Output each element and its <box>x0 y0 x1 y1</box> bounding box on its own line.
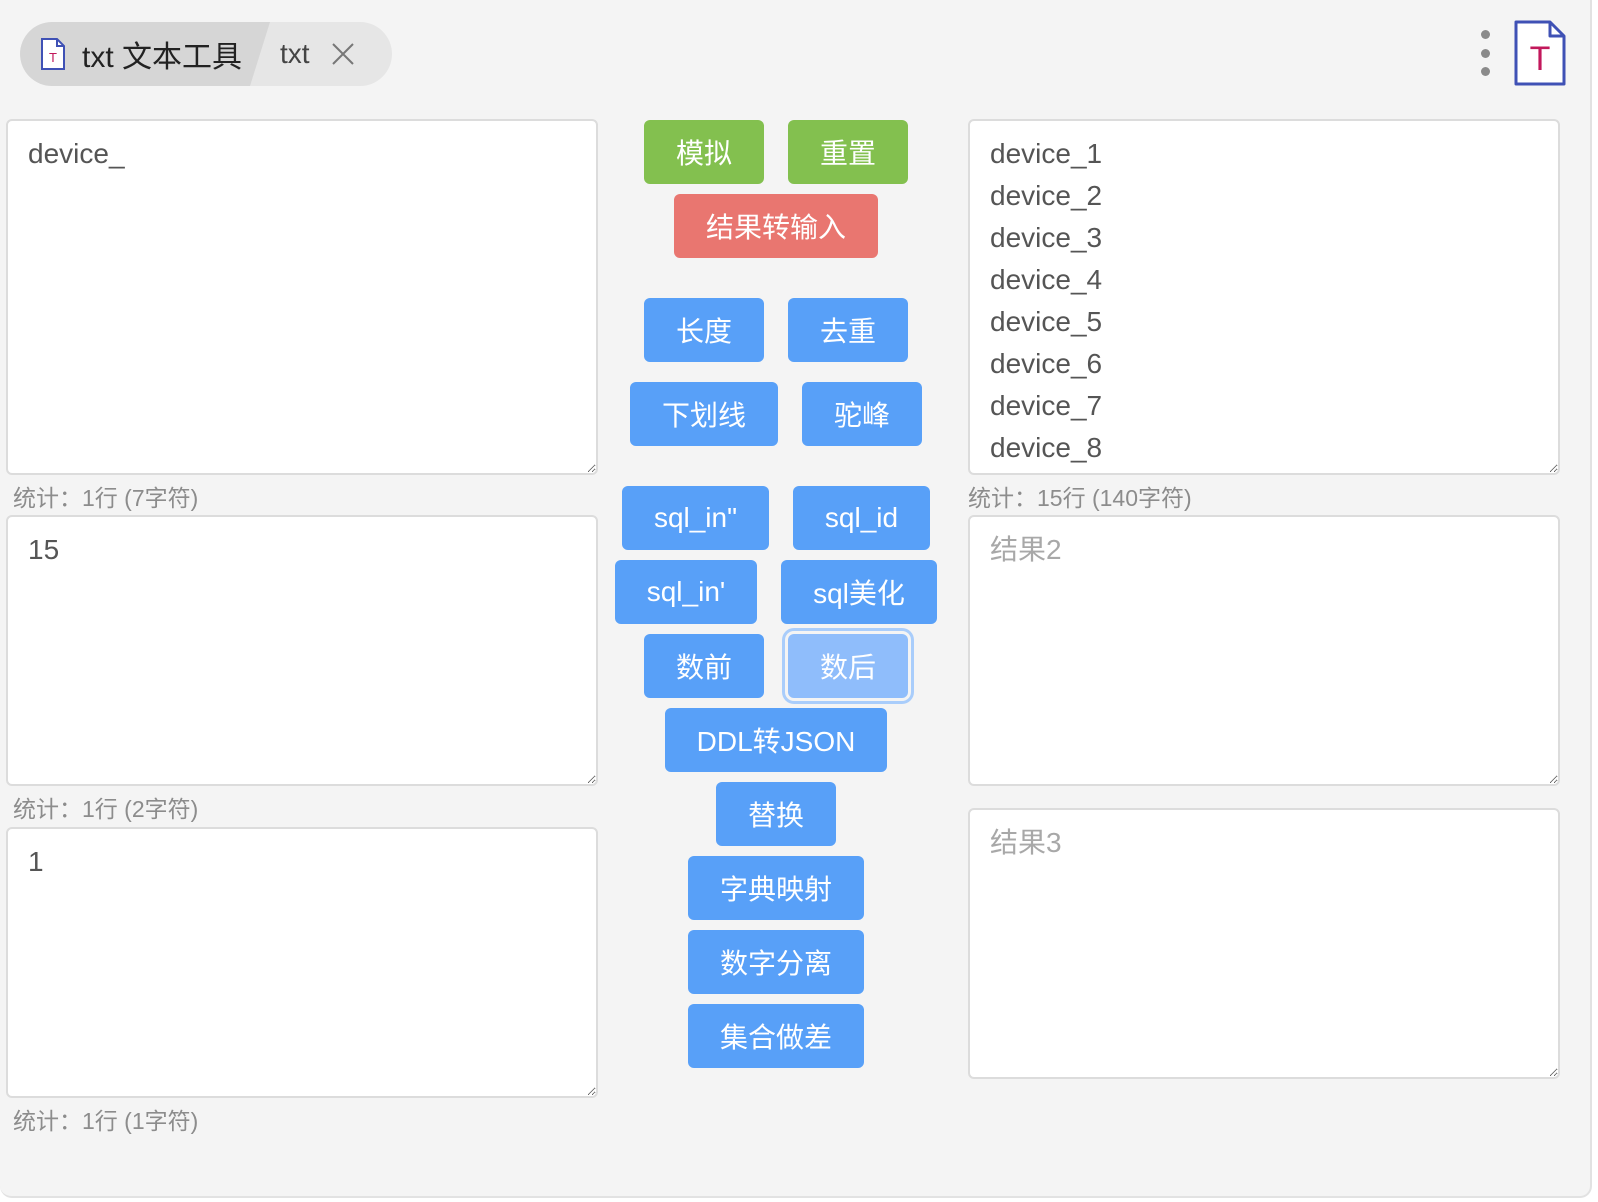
replace-button[interactable]: 替换 <box>716 782 836 846</box>
tab-txt[interactable]: txt <box>280 22 356 86</box>
result1-output[interactable]: device_1 device_2 device_3 device_4 devi… <box>968 119 1560 475</box>
digit-split-button[interactable]: 数字分离 <box>688 930 864 994</box>
camel-case-button[interactable]: 驼峰 <box>802 382 922 446</box>
result2-output[interactable] <box>968 515 1560 786</box>
sql-in-double-button[interactable]: sql_in" <box>622 486 769 550</box>
count-input[interactable]: 15 <box>6 515 598 786</box>
start-input[interactable]: 1 <box>6 827 598 1098</box>
more-vertical-icon[interactable] <box>1478 30 1492 76</box>
tab-group: T txt 文本工具 txt <box>20 22 392 86</box>
length-button[interactable]: 长度 <box>644 298 764 362</box>
tab-txt-tool[interactable]: T txt 文本工具 <box>20 22 270 86</box>
dedupe-button[interactable]: 去重 <box>788 298 908 362</box>
start-stat: 统计：1行 (1字符) <box>13 1108 199 1134</box>
dict-map-button[interactable]: 字典映射 <box>688 856 864 920</box>
number-suffix-button[interactable]: 数后 <box>788 634 908 698</box>
text-file-icon: T <box>41 38 65 70</box>
underscore-button[interactable]: 下划线 <box>630 382 778 446</box>
reset-button[interactable]: 重置 <box>788 120 908 184</box>
app-window: T txt 文本工具 txt T device_ 统计：1行 (7字符) 15 … <box>0 0 1592 1198</box>
sql-beautify-button[interactable]: sql美化 <box>781 560 937 624</box>
svg-text:T: T <box>1530 40 1551 78</box>
tab-txt-tool-label: txt 文本工具 <box>82 41 243 74</box>
app-logo-icon: T <box>1514 20 1566 86</box>
result3-output[interactable] <box>968 808 1560 1079</box>
svg-text:T: T <box>49 50 57 65</box>
number-prefix-button[interactable]: 数前 <box>644 634 764 698</box>
prefix-input[interactable]: device_ <box>6 119 598 475</box>
count-stat: 统计：1行 (2字符) <box>13 796 199 822</box>
result-to-input-button[interactable]: 结果转输入 <box>674 194 878 258</box>
simulate-button[interactable]: 模拟 <box>644 120 764 184</box>
set-difference-button[interactable]: 集合做差 <box>688 1004 864 1068</box>
ddl-to-json-button[interactable]: DDL转JSON <box>665 708 887 772</box>
sql-in-single-button[interactable]: sql_in' <box>615 560 757 624</box>
sql-id-button[interactable]: sql_id <box>793 486 930 550</box>
result1-stat: 统计：15行 (140字符) <box>968 485 1192 511</box>
tab-txt-label: txt <box>280 38 310 69</box>
close-icon[interactable] <box>330 41 356 67</box>
prefix-stat: 统计：1行 (7字符) <box>13 485 199 511</box>
